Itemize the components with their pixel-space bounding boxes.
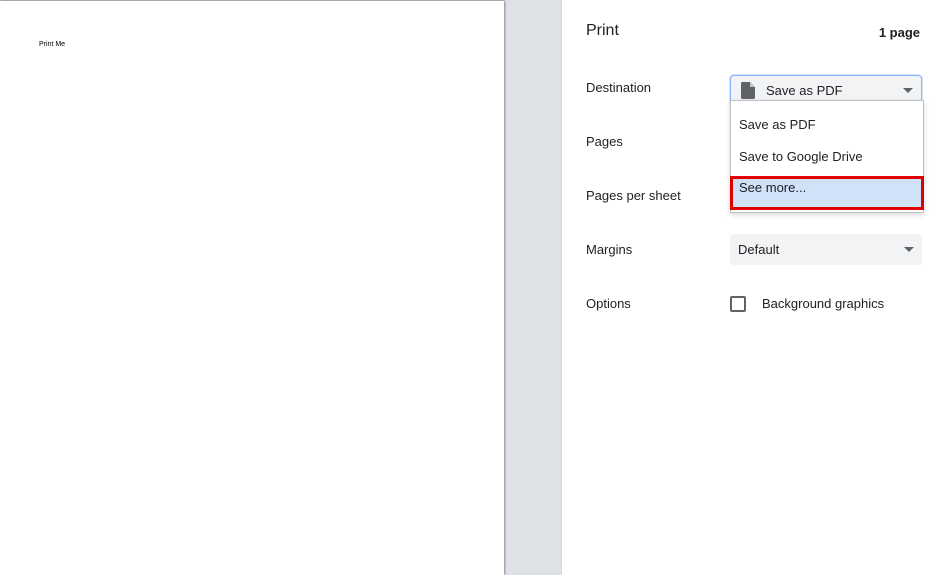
dropdown-option-see-more[interactable]: See more... (730, 176, 924, 210)
print-title: Print (586, 22, 619, 39)
chevron-down-icon (903, 88, 913, 93)
pages-per-sheet-label: Pages per sheet (586, 188, 681, 203)
preview-page-text: Print Me (39, 41, 66, 48)
page-count: 1 page (878, 25, 920, 40)
print-preview-area: Print Me (0, 0, 561, 575)
destination-label: Destination (586, 80, 652, 95)
margins-selected-value: Default (738, 242, 780, 257)
document-icon (741, 82, 755, 99)
destination-selected-value: Save as PDF (766, 83, 843, 98)
dropdown-option-save-to-google-drive[interactable]: Save to Google Drive (731, 144, 923, 170)
destination-dropdown-list: Save as PDF Save to Google Drive See mor… (730, 100, 924, 213)
background-graphics-checkbox[interactable] (730, 296, 746, 312)
dropdown-option-save-as-pdf[interactable]: Save as PDF (731, 112, 923, 138)
chevron-down-icon (904, 247, 914, 252)
background-graphics-label[interactable]: Background graphics (762, 296, 884, 311)
margins-label: Margins (586, 242, 633, 257)
margins-select[interactable]: Default (730, 234, 922, 265)
print-settings-sidebar: Print 1 page Destination Save as PDF Pag… (561, 0, 945, 575)
pages-label: Pages (586, 134, 623, 149)
options-label: Options (586, 296, 631, 311)
preview-page: Print Me (0, 1, 504, 575)
